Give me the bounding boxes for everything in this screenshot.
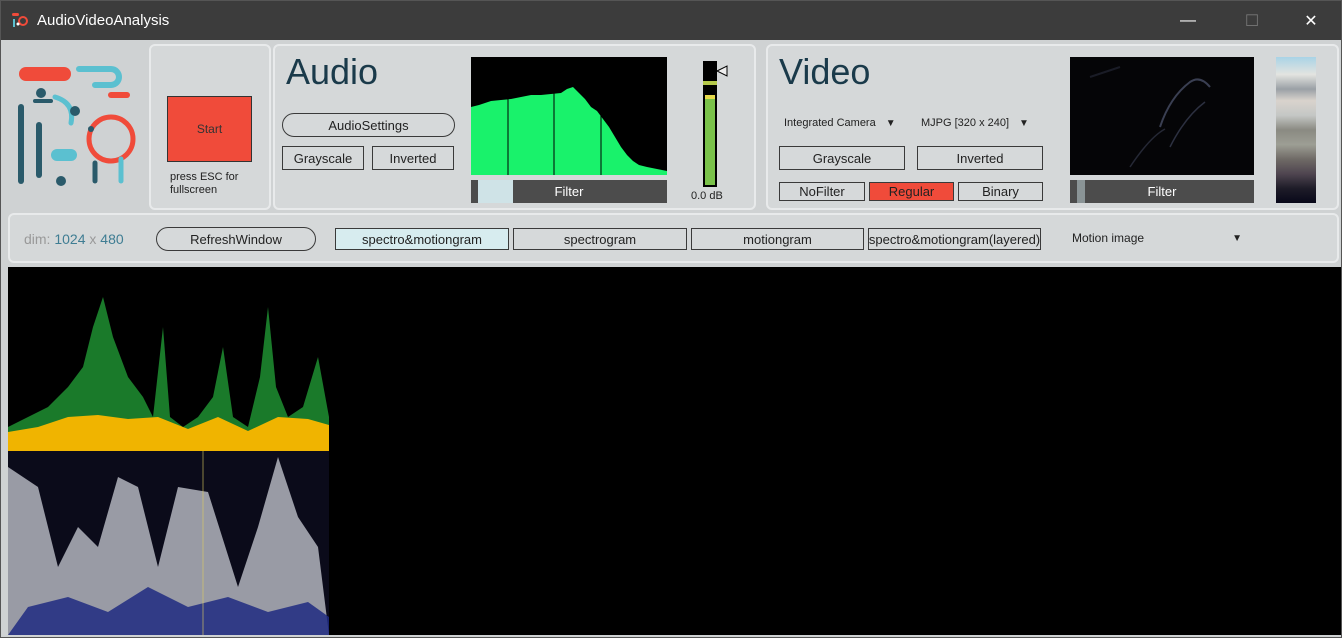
mode-select[interactable]: Motion image ▼ bbox=[1072, 231, 1252, 245]
video-preview bbox=[1070, 57, 1254, 175]
tab-spectro-motiongram[interactable]: spectro&motiongram bbox=[335, 228, 509, 250]
nofilter-button[interactable]: NoFilter bbox=[779, 182, 865, 201]
spectrogram-image bbox=[8, 267, 329, 635]
video-filter-slider[interactable]: Filter bbox=[1070, 180, 1254, 203]
audio-filter-slider[interactable]: Filter bbox=[471, 180, 667, 203]
app-icon bbox=[12, 13, 28, 27]
audio-settings-button[interactable]: AudioSettings bbox=[282, 113, 455, 137]
audio-grayscale-button[interactable]: Grayscale bbox=[282, 146, 364, 170]
close-button[interactable]: ✕ bbox=[1288, 1, 1334, 40]
audio-spectrum-display bbox=[471, 57, 667, 175]
camera-select-value: Integrated Camera bbox=[784, 117, 876, 129]
video-title: Video bbox=[779, 51, 871, 92]
gain-slider[interactable] bbox=[701, 59, 729, 189]
video-inverted-button[interactable]: Inverted bbox=[917, 146, 1043, 170]
format-select[interactable]: MJPG [320 x 240] ▼ bbox=[921, 117, 1029, 129]
gain-label: 0.0 dB bbox=[691, 190, 723, 202]
tab-motiongram[interactable]: motiongram bbox=[691, 228, 864, 250]
dim-label: dim: bbox=[24, 231, 51, 247]
chevron-down-icon: ▼ bbox=[1019, 117, 1029, 129]
title-bar: AudioVideoAnalysis — ☐ ✕ bbox=[1, 1, 1341, 40]
refresh-window-button[interactable]: RefreshWindow bbox=[156, 227, 316, 251]
maximize-button[interactable]: ☐ bbox=[1229, 1, 1275, 40]
format-select-value: MJPG [320 x 240] bbox=[921, 117, 1010, 129]
color-strip-preview bbox=[1276, 57, 1316, 203]
dim-x: x bbox=[89, 231, 97, 247]
tab-spectrogram[interactable]: spectrogram bbox=[513, 228, 687, 250]
app-logo bbox=[18, 66, 136, 186]
fullscreen-hint: press ESC for fullscreen bbox=[170, 171, 239, 196]
video-filter-label: Filter bbox=[1147, 184, 1177, 199]
analysis-display bbox=[8, 267, 1341, 635]
start-button[interactable]: Start bbox=[167, 96, 252, 162]
regular-button[interactable]: Regular bbox=[869, 182, 954, 201]
chevron-down-icon: ▼ bbox=[1232, 232, 1242, 244]
audio-inverted-button[interactable]: Inverted bbox=[372, 146, 454, 170]
audio-title: Audio bbox=[286, 51, 379, 92]
camera-select[interactable]: Integrated Camera ▼ bbox=[784, 117, 896, 129]
video-grayscale-button[interactable]: Grayscale bbox=[779, 146, 905, 170]
video-filter-range[interactable] bbox=[1077, 180, 1085, 203]
binary-button[interactable]: Binary bbox=[958, 182, 1043, 201]
dim-height: 480 bbox=[100, 231, 124, 247]
audio-filter-label: Filter bbox=[554, 184, 584, 199]
tab-spectro-motiongram-layered[interactable]: spectro&motiongram(layered) bbox=[868, 228, 1041, 250]
dim-width: 1024 bbox=[54, 231, 86, 247]
window-title: AudioVideoAnalysis bbox=[37, 12, 170, 29]
mode-select-value: Motion image bbox=[1072, 231, 1145, 245]
minimize-button[interactable]: — bbox=[1165, 1, 1211, 40]
app-window: AudioVideoAnalysis — ☐ ✕ Start press ESC… bbox=[0, 0, 1342, 638]
chevron-down-icon: ▼ bbox=[885, 117, 896, 129]
dimension-readout: dim: 1024 x 480 bbox=[24, 231, 124, 247]
audio-filter-range[interactable] bbox=[478, 180, 513, 203]
